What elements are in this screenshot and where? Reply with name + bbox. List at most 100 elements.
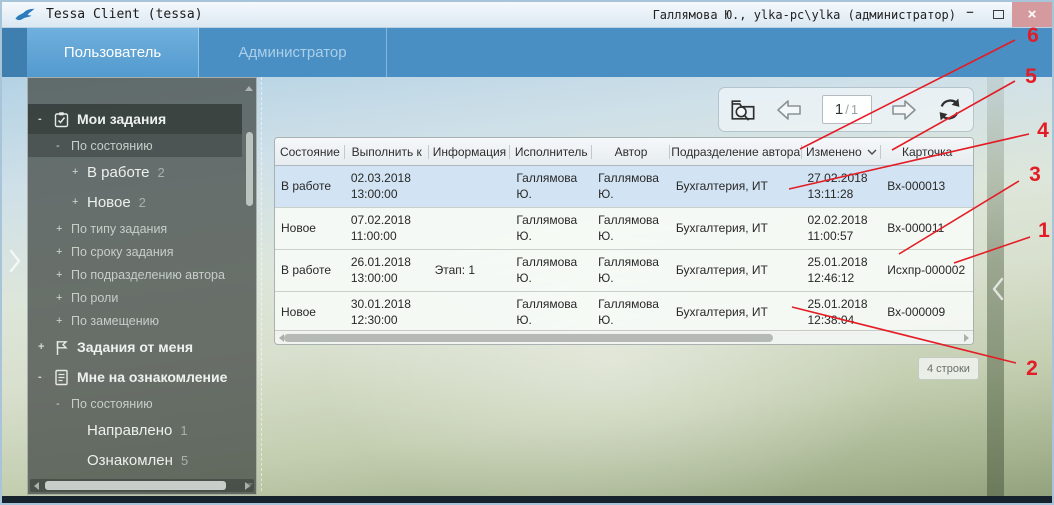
- cell-author: Галлямова Ю.: [592, 250, 670, 291]
- page-number-input[interactable]: 1 / 1: [822, 95, 872, 124]
- column-header-6[interactable]: Изменено: [802, 138, 882, 165]
- expand-icon[interactable]: +: [72, 196, 87, 208]
- minimize-button[interactable]: –: [956, 2, 984, 27]
- cell-due: 07.02.2018 11:00:00: [345, 208, 429, 249]
- sidebar-item-по-подразделению-автора[interactable]: +По подразделению автора: [28, 263, 242, 286]
- next-page-icon[interactable]: [890, 98, 918, 122]
- cell-card: Вх-000011: [881, 208, 973, 249]
- sidebar-horizontal-scrollbar[interactable]: [30, 479, 254, 492]
- item-count: 2: [139, 195, 146, 210]
- sidebar-item[interactable]: [28, 475, 242, 478]
- sidebar-item-по-роли[interactable]: +По роли: [28, 286, 242, 309]
- tab-administrator[interactable]: Администратор: [199, 28, 387, 77]
- sidebar-item-label: По типу задания: [71, 222, 167, 236]
- expand-icon[interactable]: +: [56, 269, 71, 281]
- expand-icon[interactable]: +: [38, 341, 53, 353]
- collapse-icon[interactable]: -: [38, 113, 53, 125]
- scrollbar-thumb[interactable]: [284, 334, 773, 342]
- column-header-4[interactable]: Автор: [592, 138, 670, 165]
- cell-state: Новое: [275, 208, 345, 249]
- table-header-row: Состояние Выполнить к Информация Исполнител…: [275, 138, 973, 166]
- current-page: 1: [835, 101, 843, 118]
- cell-performer: Галлямова Ю.: [510, 166, 592, 207]
- refresh-icon[interactable]: [936, 96, 963, 123]
- clipboard-check-icon: [53, 111, 70, 128]
- cell-modified: 25.01.2018 12:38:04: [802, 292, 882, 333]
- cell-info: [429, 166, 511, 207]
- sidebar-item-по-состоянию[interactable]: -По состоянию: [28, 134, 242, 157]
- scroll-up-icon[interactable]: [245, 86, 253, 91]
- sidebar-item-в-работе[interactable]: +В работе 2: [28, 157, 242, 187]
- table-row[interactable]: В работе26.01.2018 13:00:00Этап: 1Галлям…: [275, 250, 973, 292]
- cell-author: Галлямова Ю.: [592, 208, 670, 249]
- close-button[interactable]: ×: [1012, 2, 1052, 27]
- cell-department: Бухгалтерия, ИТ: [670, 292, 802, 333]
- sidebar-item-мне-на-ознакомление[interactable]: -Мне на ознакомление: [28, 362, 242, 392]
- cell-info: [429, 292, 511, 333]
- column-header-5[interactable]: Подразделение автора: [670, 138, 802, 165]
- collapse-icon[interactable]: -: [56, 398, 71, 410]
- column-header-7[interactable]: Карточка: [881, 138, 973, 165]
- previous-page-icon[interactable]: [775, 98, 803, 122]
- sidebar-item-label: По замещению: [71, 314, 159, 328]
- sidebar-item-ознакомлен[interactable]: Ознакомлен5: [28, 445, 242, 475]
- sidebar-item-мои-задания[interactable]: -Мои задания: [28, 104, 242, 134]
- sidebar-item-label: Новое: [87, 194, 131, 211]
- tasks-table: Состояние Выполнить к Информация Исполнител…: [274, 137, 974, 345]
- sidebar-item-label: По сроку задания: [71, 245, 173, 259]
- sidebar-vertical-scrollbar[interactable]: [245, 100, 254, 474]
- sidebar-item-по-замещению[interactable]: +По замещению: [28, 309, 242, 332]
- column-header-0[interactable]: Состояние: [275, 138, 345, 165]
- cell-performer: Галлямова Ю.: [510, 208, 592, 249]
- cell-card: Вх-000013: [881, 166, 973, 207]
- scroll-left-icon[interactable]: [34, 482, 39, 490]
- column-header-1[interactable]: Выполнить к: [345, 138, 429, 165]
- column-header-label: Информация: [433, 145, 506, 159]
- expand-icon[interactable]: +: [56, 292, 71, 304]
- table-body: В работе02.03.2018 13:00:00Галлямова Ю.Г…: [275, 166, 973, 334]
- expand-icon[interactable]: +: [72, 166, 87, 178]
- sidebar-splitter[interactable]: [261, 77, 262, 491]
- cell-author: Галлямова Ю.: [592, 166, 670, 207]
- sidebar-item-label: По состоянию: [71, 397, 153, 411]
- sidebar-item-по-состоянию[interactable]: -По состоянию: [28, 392, 242, 415]
- cell-state: Новое: [275, 292, 345, 333]
- sidebar-item-новое[interactable]: +Новое 2: [28, 187, 242, 217]
- cell-modified: 25.01.2018 12:46:12: [802, 250, 882, 291]
- sidebar-item-по-типу-задания[interactable]: +По типу задания: [28, 217, 242, 240]
- column-header-2[interactable]: Информация: [429, 138, 511, 165]
- sidebar-item-label: В работе: [87, 164, 150, 181]
- table-row[interactable]: В работе02.03.2018 13:00:00Галлямова Ю.Г…: [275, 166, 973, 208]
- cell-info: Этап: 1: [429, 250, 511, 291]
- expand-icon[interactable]: +: [56, 246, 71, 258]
- scrollbar-thumb[interactable]: [246, 132, 253, 206]
- item-count: 2: [158, 165, 165, 180]
- column-header-label: Состояние: [280, 145, 340, 159]
- scroll-right-icon[interactable]: [245, 482, 250, 490]
- sidebar: -Мои задания-По состоянию+В работе2+Ново…: [27, 77, 257, 495]
- sidebar-item-label: По состоянию: [71, 139, 153, 153]
- table-horizontal-scrollbar[interactable]: [275, 330, 973, 344]
- cell-card: Вх-000009: [881, 292, 973, 333]
- document-icon: [53, 369, 70, 386]
- expand-icon[interactable]: +: [56, 315, 71, 327]
- tab-user[interactable]: Пользователь: [27, 28, 199, 77]
- collapse-icon[interactable]: -: [38, 371, 53, 383]
- scrollbar-thumb[interactable]: [45, 481, 226, 490]
- expand-icon[interactable]: +: [56, 223, 71, 235]
- column-header-3[interactable]: Исполнитель: [510, 138, 592, 165]
- table-row[interactable]: Новое07.02.2018 11:00:00 Галлямова Ю.Галл…: [275, 208, 973, 250]
- table-row[interactable]: Новое30.01.2018 12:30:00Галлямова Ю.Галл…: [275, 292, 973, 334]
- cell-performer: Галлямова Ю.: [510, 250, 592, 291]
- expand-left-panel-icon[interactable]: [6, 246, 24, 276]
- collapse-icon[interactable]: -: [56, 140, 71, 152]
- sidebar-item-задания-от-меня[interactable]: +Задания от меня: [28, 332, 242, 362]
- scroll-right-icon[interactable]: [964, 334, 969, 342]
- maximize-button[interactable]: [984, 2, 1012, 27]
- saved-search-icon[interactable]: [729, 97, 757, 123]
- sidebar-item-направлено[interactable]: Направлено1: [28, 415, 242, 445]
- sidebar-item-по-сроку-задания[interactable]: +По сроку задания: [28, 240, 242, 263]
- column-header-label: Автор: [615, 145, 648, 159]
- cell-due: 02.03.2018 13:00:00: [345, 166, 429, 207]
- expand-right-panel-icon[interactable]: [989, 274, 1007, 304]
